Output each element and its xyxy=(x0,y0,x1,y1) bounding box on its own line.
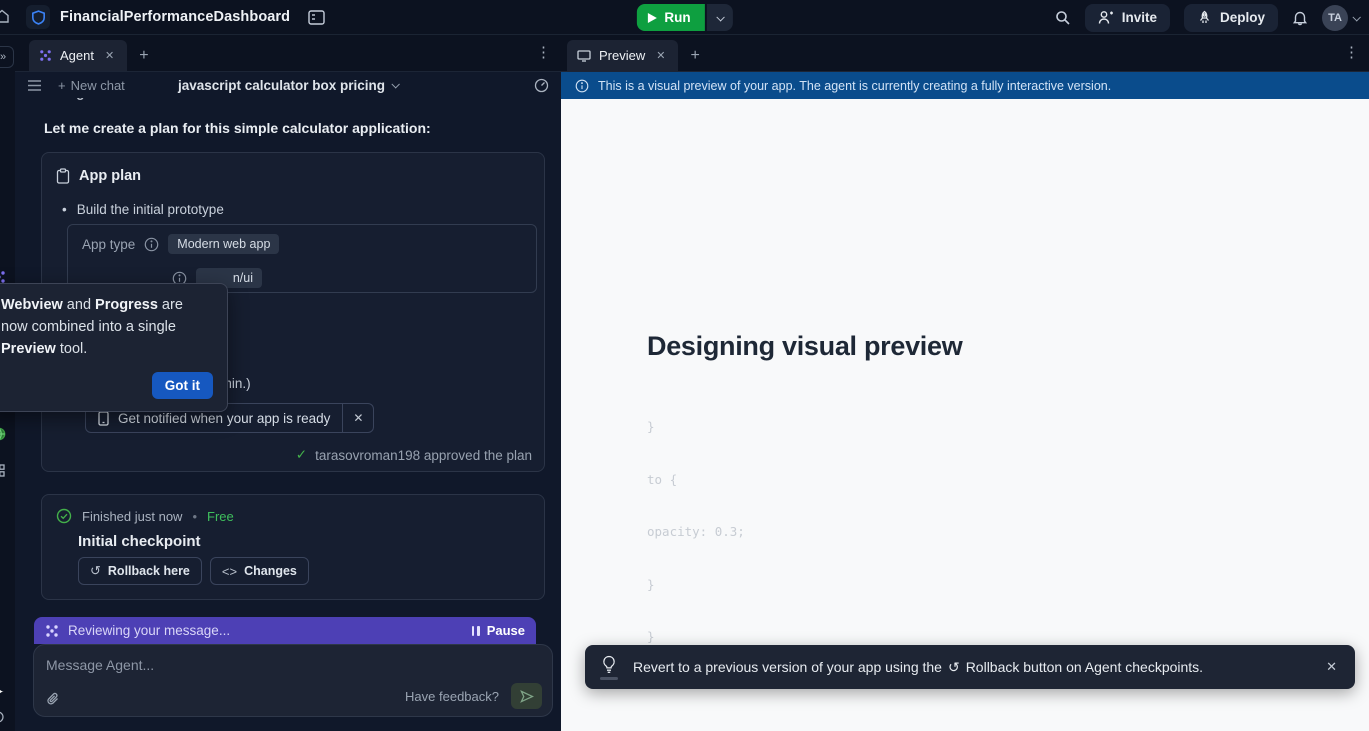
run-options-button[interactable] xyxy=(707,4,733,31)
info-icon xyxy=(575,79,589,93)
tab-agent-label: Agent xyxy=(60,48,94,63)
agent-dots-icon xyxy=(39,49,52,62)
avatar: TA xyxy=(1322,5,1348,31)
send-icon xyxy=(520,690,534,703)
usage-gauge-icon[interactable] xyxy=(534,78,549,93)
plan-bullet-text: Build the initial prototype xyxy=(77,202,224,217)
app-logo-shield-icon[interactable] xyxy=(26,5,50,29)
globe-rail-icon[interactable] xyxy=(0,427,6,441)
plan-approved-row: ✓ tarasovroman198 approved the plan xyxy=(296,447,532,463)
preview-viewport: Designing visual preview } to { opacity:… xyxy=(561,99,1369,731)
tooltip-text: Webview and Progress are now combined in… xyxy=(1,294,213,360)
chat-title-dropdown[interactable]: javascript calculator box pricing xyxy=(178,78,398,93)
got-it-button[interactable]: Got it xyxy=(152,372,213,399)
feedback-link[interactable]: Have feedback? xyxy=(405,689,499,704)
sparkle-rail-icon[interactable]: ✦ xyxy=(0,683,5,701)
dismiss-notify-icon[interactable]: ✕ xyxy=(342,404,373,432)
changes-button[interactable]: <> Changes xyxy=(210,557,309,585)
rollback-here-button[interactable]: ↺ Rollback here xyxy=(78,557,202,585)
message-composer: Have feedback? xyxy=(33,644,553,717)
approved-text: tarasovroman198 approved the plan xyxy=(315,448,532,463)
app-type-label: App type xyxy=(82,237,135,252)
check-icon: ✓ xyxy=(296,447,307,463)
grid-rail-icon[interactable] xyxy=(0,464,5,477)
visual-preview-banner: This is a visual preview of your app. Th… xyxy=(561,72,1369,99)
agent-tab-bar: Agent ✕ + ⋮ xyxy=(15,35,561,72)
preview-tab-bar: Preview ✕ + ⋮ xyxy=(561,35,1369,72)
plan-title: App plan xyxy=(79,168,141,184)
monitor-icon xyxy=(577,50,591,62)
rocket-icon xyxy=(1197,10,1212,25)
scrolled-message-fragment: then get the total cost xyxy=(44,98,264,105)
chevron-down-icon xyxy=(1352,13,1360,21)
checkpoint-status: Finished just now xyxy=(82,509,182,524)
preview-panel: Preview ✕ + ⋮ This is a visual preview o… xyxy=(561,35,1369,731)
plus-icon: + xyxy=(58,78,66,93)
account-menu[interactable]: TA xyxy=(1322,5,1359,31)
tab-agent[interactable]: Agent ✕ xyxy=(29,40,127,71)
message-input[interactable] xyxy=(46,653,536,677)
agent-status-bar: Reviewing your message... Pause xyxy=(34,617,536,644)
play-icon xyxy=(646,12,657,24)
status-text: Reviewing your message... xyxy=(68,623,230,638)
run-button[interactable]: Run xyxy=(636,4,704,31)
dismiss-toast-icon[interactable]: ✕ xyxy=(1308,659,1355,675)
agent-dots-icon xyxy=(45,624,59,638)
expand-sidebar-button[interactable]: » xyxy=(0,46,14,68)
pause-icon xyxy=(472,626,480,636)
send-button[interactable] xyxy=(511,683,542,709)
rollback-tip-toast: Revert to a previous version of your app… xyxy=(585,645,1355,689)
panel-menu-icon[interactable]: ⋮ xyxy=(536,43,551,61)
search-icon[interactable] xyxy=(1055,10,1071,26)
agent-message: Let me create a plan for this simple cal… xyxy=(44,120,431,136)
chat-header: + New chat javascript calculator box pri… xyxy=(15,72,561,98)
tab-preview[interactable]: Preview ✕ xyxy=(567,40,678,71)
new-tab-button[interactable]: + xyxy=(678,47,711,71)
chat-history-icon[interactable] xyxy=(27,79,42,92)
preview-code-fragment: } to { opacity: 0.3; } } xyxy=(647,383,745,681)
app-type-badge[interactable]: Modern web app xyxy=(168,234,279,254)
top-bar: FinancialPerformanceDashboard Run Invite xyxy=(0,0,1369,35)
check-circle-icon xyxy=(56,508,72,524)
app-title: FinancialPerformanceDashboard xyxy=(60,9,290,25)
rollback-icon: ↺ xyxy=(948,659,960,676)
tab-preview-label: Preview xyxy=(599,48,645,63)
tip-progress-bar xyxy=(600,677,618,680)
agent-rail-icon[interactable] xyxy=(0,270,6,284)
pause-button[interactable]: Pause xyxy=(472,623,525,638)
code-brackets-icon: <> xyxy=(222,564,237,579)
home-icon[interactable] xyxy=(0,8,10,24)
close-tab-icon[interactable]: ✕ xyxy=(653,47,668,64)
replit-workspace: FinancialPerformanceDashboard Run Invite xyxy=(0,0,1369,731)
checkpoint-title: Initial checkpoint xyxy=(78,533,201,550)
clipboard-icon xyxy=(56,168,70,184)
cost-badge: Free xyxy=(207,509,234,524)
preview-heading: Designing visual preview xyxy=(647,331,962,362)
panel-menu-icon[interactable]: ⋮ xyxy=(1344,43,1359,61)
close-tab-icon[interactable]: ✕ xyxy=(102,47,117,64)
deploy-button[interactable]: Deploy xyxy=(1184,4,1278,32)
user-rail-icon[interactable] xyxy=(0,711,4,723)
invite-button[interactable]: Invite xyxy=(1085,4,1170,32)
toast-text: Revert to a previous version of your app… xyxy=(633,659,1203,676)
info-icon[interactable] xyxy=(144,237,159,252)
banner-text: This is a visual preview of your app. Th… xyxy=(598,79,1111,93)
rollback-icon: ↺ xyxy=(90,563,101,579)
new-chat-button[interactable]: + New chat xyxy=(58,78,125,93)
layout-panels-icon[interactable] xyxy=(308,10,325,25)
attach-file-icon[interactable] xyxy=(46,692,60,707)
preview-tool-tooltip: Webview and Progress are now combined in… xyxy=(0,283,228,412)
new-tab-button[interactable]: + xyxy=(127,47,160,71)
lightbulb-icon xyxy=(601,655,617,674)
run-button-group: Run xyxy=(636,4,732,31)
phone-icon xyxy=(98,411,109,426)
notifications-bell-icon[interactable] xyxy=(1292,10,1308,26)
checkpoint-card: Finished just now • Free Initial checkpo… xyxy=(41,494,545,600)
chevron-down-icon xyxy=(392,80,400,88)
person-plus-icon xyxy=(1098,10,1114,25)
